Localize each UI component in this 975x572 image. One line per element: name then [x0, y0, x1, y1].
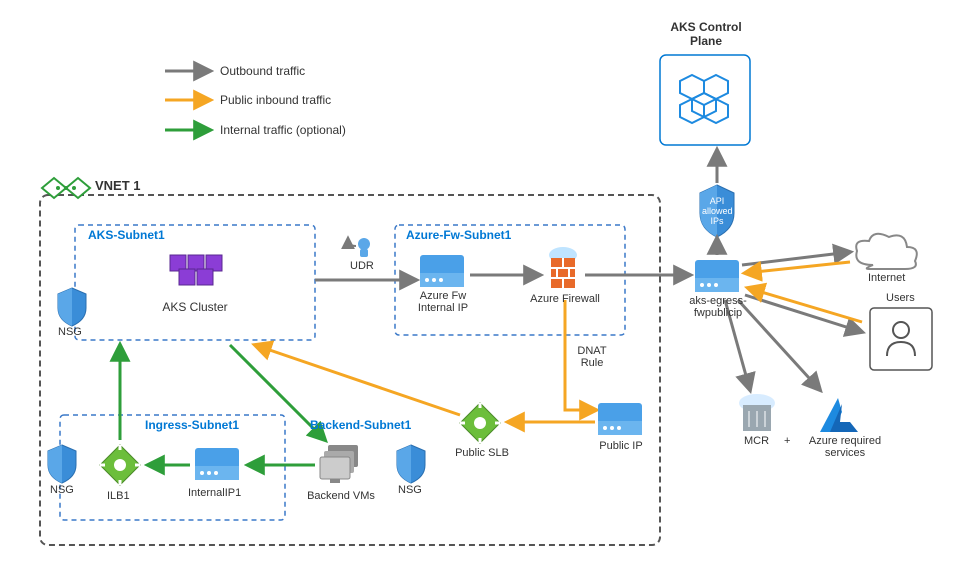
- mcr-label: MCR: [744, 435, 769, 447]
- legend-outbound: Outbound traffic: [220, 64, 305, 78]
- plus-label: +: [784, 435, 790, 447]
- legend-internal: Internal traffic (optional): [220, 123, 346, 137]
- users-label: Users: [886, 292, 915, 304]
- nsg-ingress: NSG: [50, 484, 74, 496]
- fw-subnet-label: Azure-Fw-Subnet1: [406, 228, 511, 242]
- public-ip-label: Public IP: [596, 440, 646, 452]
- ilb-label: ILB1: [107, 490, 130, 502]
- aks-cluster-label: AKS Cluster: [150, 300, 240, 314]
- backend-subnet-label: Backend-Subnet1: [310, 418, 411, 432]
- dnat-label: DNAT Rule: [572, 345, 612, 369]
- aks-control-plane-label: AKS Control Plane: [656, 20, 756, 48]
- aks-cluster-icon: [170, 255, 222, 285]
- udr-label: UDR: [350, 260, 374, 272]
- backend-vms-label: Backend VMs: [306, 490, 376, 502]
- vnet-label: VNET 1: [95, 178, 141, 193]
- legend-inbound: Public inbound traffic: [220, 93, 331, 107]
- ingress-subnet-label: Ingress-Subnet1: [145, 418, 239, 432]
- nsg-aks: NSG: [58, 326, 82, 338]
- internet-label: Internet: [868, 272, 905, 284]
- aks-subnet-label: AKS-Subnet1: [88, 228, 165, 242]
- nsg-backend: NSG: [398, 484, 422, 496]
- azure-services-label: Azure required services: [800, 435, 890, 459]
- public-slb-label: Public SLB: [452, 447, 512, 459]
- internalip-label: InternalIP1: [188, 487, 241, 499]
- egress-pubip-label: aks-egress-fwpublicip: [682, 295, 754, 319]
- api-shield-label: API allowed IPs: [702, 196, 732, 226]
- azure-firewall-label: Azure Firewall: [525, 293, 605, 305]
- fw-internal-ip-label: Azure Fw Internal IP: [412, 290, 474, 314]
